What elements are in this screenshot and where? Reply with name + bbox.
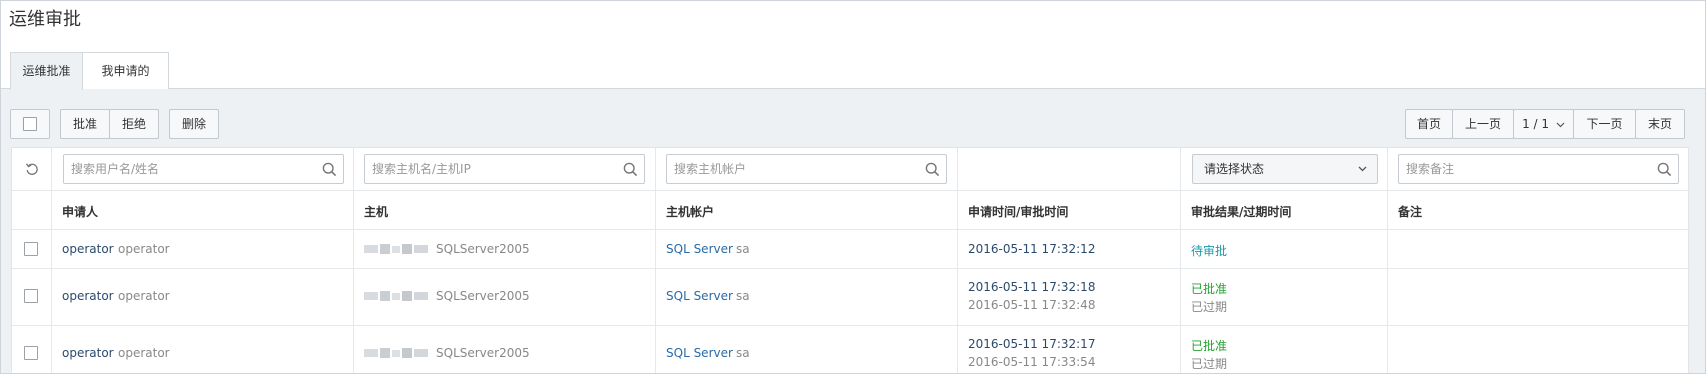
row-expire: 已过期	[1191, 300, 1228, 314]
last-page-button[interactable]: 末页	[1635, 109, 1685, 139]
user-search[interactable]	[63, 154, 344, 184]
approve-button[interactable]: 批准	[60, 109, 110, 139]
approval-table: 请选择状态 申请人 主机 主机帐户 申请时间/审批时间 审批结果/过期时间 备注…	[11, 147, 1690, 373]
delete-button[interactable]: 删除	[169, 109, 219, 139]
next-page-button[interactable]: 下一页	[1573, 109, 1636, 139]
row-user[interactable]: operator	[62, 289, 114, 303]
row-account-type[interactable]: SQL Server	[666, 289, 733, 303]
row-account-type[interactable]: SQL Server	[666, 242, 733, 256]
page-indicator: 1 / 1	[1522, 117, 1550, 131]
column-header-account[interactable]: 主机帐户	[666, 203, 714, 220]
status-select-value: 请选择状态	[1204, 162, 1265, 176]
row-host: SQLServer2005	[436, 242, 530, 256]
row-status: 待审批	[1191, 244, 1228, 258]
chevron-down-icon	[1358, 166, 1367, 172]
column-header-applicant[interactable]: 申请人	[62, 203, 98, 220]
row-apply-time: 2016-05-11 17:32:18	[968, 280, 1096, 294]
row-status: 已批准	[1191, 339, 1228, 353]
row-host: SQLServer2005	[436, 289, 530, 303]
row-name: operator	[118, 289, 170, 303]
row-account: sa	[736, 289, 750, 303]
page-select[interactable]: 1 / 1	[1513, 109, 1574, 139]
row-name: operator	[118, 242, 170, 256]
search-icon[interactable]	[1657, 162, 1672, 177]
row-checkbox[interactable]	[24, 346, 38, 360]
select-all-button[interactable]	[10, 109, 50, 139]
row-account: sa	[736, 346, 750, 360]
row-status: 已批准	[1191, 282, 1228, 296]
host-search-input[interactable]	[365, 155, 644, 183]
search-icon[interactable]	[925, 162, 940, 177]
host-search[interactable]	[364, 154, 645, 184]
refresh-icon[interactable]	[25, 162, 39, 176]
row-apply-time: 2016-05-11 17:32:17	[968, 337, 1096, 351]
row-user[interactable]: operator	[62, 346, 114, 360]
column-header-remark[interactable]: 备注	[1398, 203, 1422, 220]
tab-my-requests[interactable]: 我申请的	[83, 52, 169, 90]
row-checkbox[interactable]	[24, 289, 38, 303]
column-header-result[interactable]: 审批结果/过期时间	[1191, 203, 1291, 220]
prev-page-button[interactable]: 上一页	[1452, 109, 1514, 139]
column-header-host[interactable]: 主机	[364, 203, 388, 220]
status-select[interactable]: 请选择状态	[1192, 154, 1378, 184]
reject-button[interactable]: 拒绝	[109, 109, 159, 139]
masked-ip	[364, 244, 428, 254]
row-account-type[interactable]: SQL Server	[666, 346, 733, 360]
row-approve-time: 2016-05-11 17:32:48	[968, 298, 1096, 312]
column-header-time[interactable]: 申请时间/审批时间	[968, 203, 1068, 220]
page-title: 运维审批	[9, 9, 81, 30]
masked-ip	[364, 291, 428, 301]
account-search[interactable]	[666, 154, 947, 184]
row-user[interactable]: operator	[62, 242, 114, 256]
tab-ops-approval[interactable]: 运维批准	[10, 52, 83, 90]
user-search-input[interactable]	[64, 155, 343, 183]
remark-search-input[interactable]	[1399, 155, 1678, 183]
row-expire: 已过期	[1191, 357, 1228, 371]
chevron-down-icon	[1556, 122, 1565, 127]
tab-bar: 运维批准 我申请的	[1, 52, 1705, 90]
account-search-input[interactable]	[667, 155, 946, 183]
approval-page: 运维审批 运维批准 我申请的 批准 拒绝 删除 首页 上一页 1 / 1 下一页…	[0, 0, 1706, 374]
first-page-button[interactable]: 首页	[1405, 109, 1453, 139]
row-account: sa	[736, 242, 750, 256]
search-icon[interactable]	[623, 162, 638, 177]
row-apply-time: 2016-05-11 17:32:12	[968, 242, 1096, 256]
row-name: operator	[118, 346, 170, 360]
masked-ip	[364, 348, 428, 358]
row-checkbox[interactable]	[24, 242, 38, 256]
select-all-checkbox[interactable]	[23, 117, 37, 131]
remark-search[interactable]	[1398, 154, 1679, 184]
search-icon[interactable]	[322, 162, 337, 177]
row-host: SQLServer2005	[436, 346, 530, 360]
row-approve-time: 2016-05-11 17:33:54	[968, 355, 1096, 369]
